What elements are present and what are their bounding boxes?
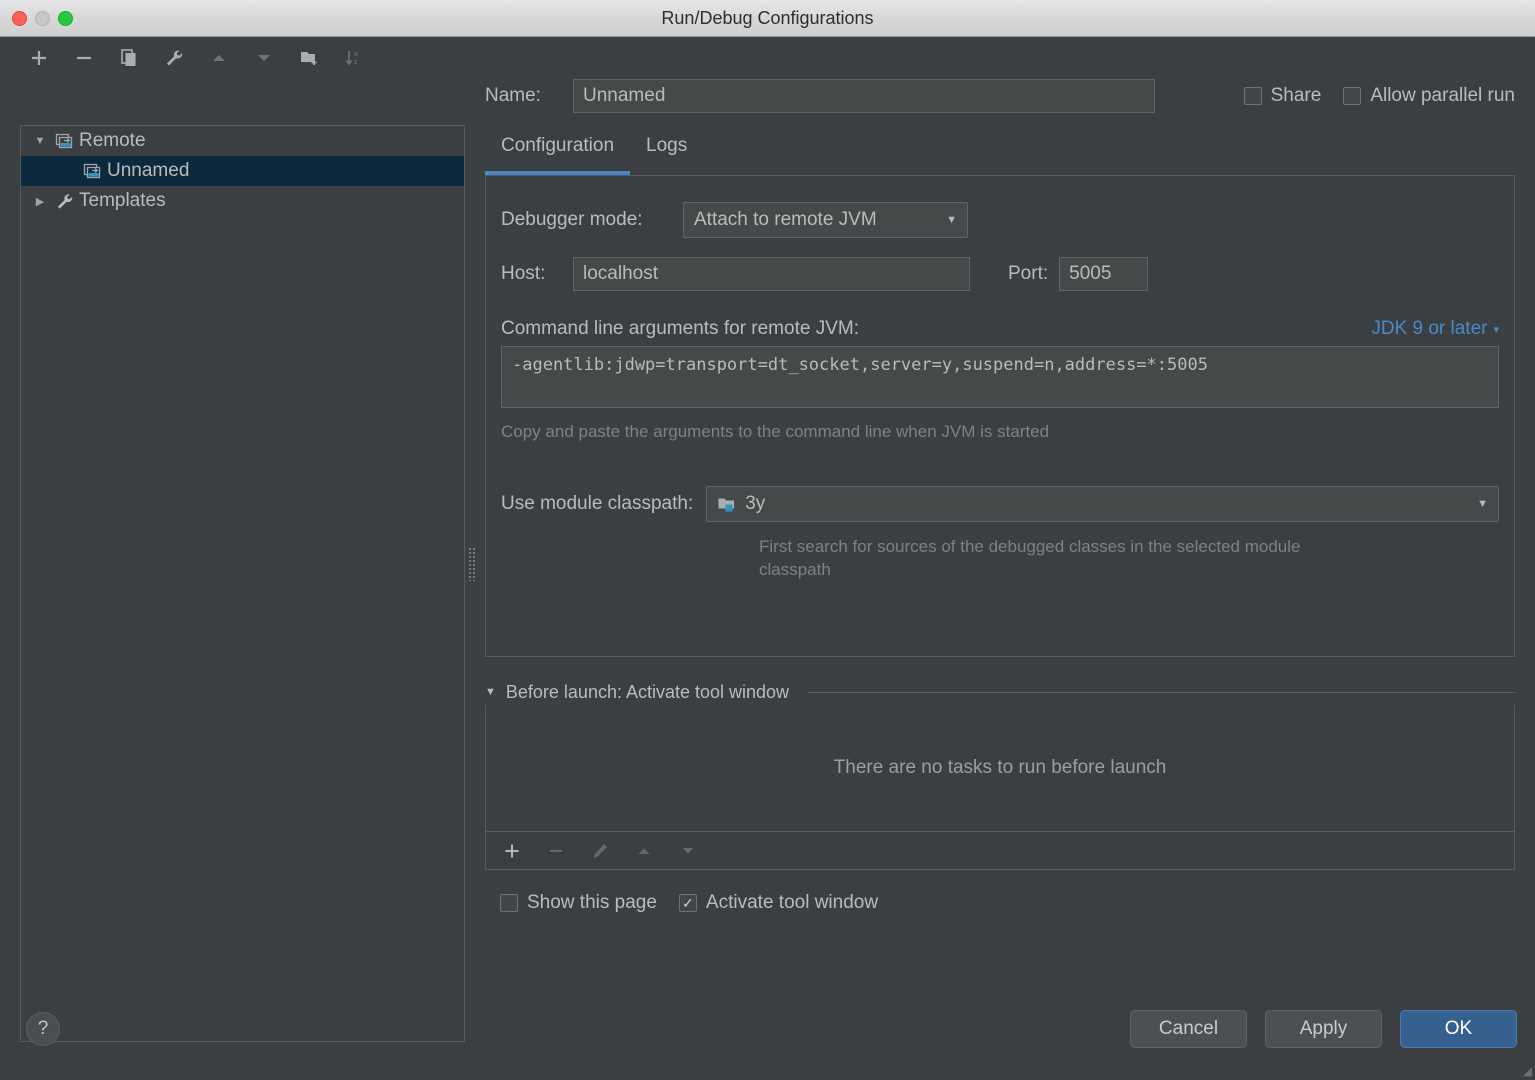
port-input[interactable] xyxy=(1059,257,1149,291)
name-label: Name: xyxy=(485,85,541,106)
command-line-hint: Copy and paste the arguments to the comm… xyxy=(501,422,1050,441)
task-move-down-button[interactable] xyxy=(676,839,700,863)
add-task-button[interactable] xyxy=(500,839,524,863)
before-launch-empty-text: There are no tasks to run before launch xyxy=(833,757,1167,778)
tree-node-label: Unnamed xyxy=(107,160,190,181)
port-label: Port: xyxy=(1008,263,1049,284)
move-up-button[interactable] xyxy=(206,45,232,71)
before-launch-header[interactable]: ▼ Before launch: Activate tool window xyxy=(485,679,1515,705)
debugger-mode-label: Debugger mode: xyxy=(501,209,643,230)
remove-task-button[interactable] xyxy=(544,839,568,863)
section-divider xyxy=(807,691,1515,693)
ok-button[interactable]: OK xyxy=(1400,1010,1517,1048)
show-this-page-label: Show this page xyxy=(527,892,657,913)
command-line-arguments-textarea[interactable]: -agentlib:jdwp=transport=dt_socket,serve… xyxy=(501,346,1499,408)
jdk-version-dropdown[interactable]: JDK 9 or later ▾ xyxy=(1371,318,1499,340)
host-label: Host: xyxy=(501,263,546,284)
configurations-tree[interactable]: ▼ Remote Unnamed ▶ Templates xyxy=(20,125,465,1042)
before-launch-task-list[interactable]: There are no tasks to run before launch xyxy=(485,705,1515,832)
share-checkbox-group[interactable]: Share xyxy=(1243,85,1322,107)
command-line-header: Command line arguments for remote JVM: J… xyxy=(501,318,1514,340)
module-classpath-hint: First search for sources of the debugged… xyxy=(759,537,1301,579)
svg-text:z: z xyxy=(354,59,358,66)
module-classpath-row: Use module classpath: 3y ▼ xyxy=(501,486,1514,522)
sidebar-toolbar: a z xyxy=(0,37,470,79)
chevron-down-icon: ▾ xyxy=(1493,323,1499,336)
chevron-down-icon: ▼ xyxy=(946,214,957,226)
tree-node-remote[interactable]: ▼ Remote xyxy=(21,126,464,156)
help-button[interactable]: ? xyxy=(26,1012,60,1046)
remove-configuration-button[interactable] xyxy=(71,45,97,71)
tree-node-label: Templates xyxy=(79,190,166,211)
before-launch-toolbar xyxy=(485,832,1515,870)
allow-parallel-run-label: Allow parallel run xyxy=(1370,85,1515,106)
activate-tool-window-checkbox[interactable]: ✓ xyxy=(678,894,697,912)
debugger-mode-value: Attach to remote JVM xyxy=(694,209,877,230)
allow-parallel-run-checkbox[interactable] xyxy=(1343,87,1362,105)
configurations-sidebar: a z ▼ Remote Unnamed ▶ Templates xyxy=(0,37,470,1042)
configuration-tab-panel: Debugger mode: Attach to remote JVM ▼ Ho… xyxy=(485,175,1515,657)
dialog-action-buttons: Cancel Apply OK xyxy=(1130,1010,1517,1048)
share-checkbox[interactable] xyxy=(1243,87,1262,105)
task-move-up-button[interactable] xyxy=(632,839,656,863)
module-icon xyxy=(717,495,736,514)
svg-text:a: a xyxy=(354,51,358,58)
wrench-icon xyxy=(51,192,77,211)
resize-grip-icon[interactable]: ◢ xyxy=(1523,1064,1532,1078)
debugger-mode-dropdown[interactable]: Attach to remote JVM ▼ xyxy=(683,202,968,238)
editor-tabs: Configuration Logs xyxy=(485,135,1515,175)
edit-task-button[interactable] xyxy=(588,839,612,863)
run-debug-configurations-dialog: a z ▼ Remote Unnamed ▶ Templates Name: U… xyxy=(0,37,1535,1080)
launch-options-row: Show this page ✓ Activate tool window xyxy=(485,892,1515,914)
chevron-down-icon[interactable]: ▼ xyxy=(485,686,496,698)
tab-logs[interactable]: Logs xyxy=(630,135,703,175)
host-input[interactable] xyxy=(573,257,970,291)
module-classpath-value: 3y xyxy=(745,493,766,514)
tree-node-unnamed[interactable]: Unnamed xyxy=(21,156,464,186)
show-this-page-checkbox[interactable] xyxy=(500,894,518,912)
module-classpath-dropdown[interactable]: 3y ▼ xyxy=(706,486,1499,522)
apply-button[interactable]: Apply xyxy=(1265,1010,1382,1048)
name-row: Name: Share Allow parallel run xyxy=(485,79,1515,113)
configuration-editor-panel: Name: Share Allow parallel run Configura… xyxy=(478,37,1535,1042)
jdk-version-label: JDK 9 or later xyxy=(1371,318,1488,339)
splitter-grip-icon[interactable] xyxy=(468,547,476,581)
tree-node-label: Remote xyxy=(79,130,146,151)
copy-configuration-button[interactable] xyxy=(116,45,142,71)
allow-parallel-run-checkbox-group[interactable]: Allow parallel run xyxy=(1343,85,1515,107)
cancel-button[interactable]: Cancel xyxy=(1130,1010,1247,1048)
add-configuration-button[interactable] xyxy=(26,45,52,71)
new-folder-button[interactable] xyxy=(296,45,322,71)
module-classpath-label: Use module classpath: xyxy=(501,493,694,514)
show-this-page-checkbox-group[interactable]: Show this page xyxy=(500,892,657,914)
host-port-row: Host: Port: xyxy=(501,257,1514,291)
dialog-footer: ? Cancel Apply OK ◢ xyxy=(0,1002,1535,1080)
debugger-mode-row: Debugger mode: Attach to remote JVM ▼ xyxy=(501,202,1514,238)
sort-alphabetically-button[interactable]: a z xyxy=(341,45,367,71)
remote-config-icon xyxy=(79,162,105,181)
before-launch-title: Before launch: Activate tool window xyxy=(505,681,790,702)
move-down-button[interactable] xyxy=(251,45,277,71)
tree-node-templates[interactable]: ▶ Templates xyxy=(21,186,464,216)
edit-templates-button[interactable] xyxy=(161,45,187,71)
window-title: Run/Debug Configurations xyxy=(661,7,874,28)
chevron-right-icon[interactable]: ▶ xyxy=(29,195,51,208)
panel-splitter[interactable] xyxy=(466,37,478,1042)
command-line-label: Command line arguments for remote JVM: xyxy=(501,318,859,339)
activate-tool-window-checkbox-group[interactable]: ✓ Activate tool window xyxy=(678,892,879,914)
remote-config-icon xyxy=(51,132,77,151)
activate-tool-window-label: Activate tool window xyxy=(705,892,879,913)
chevron-down-icon: ▼ xyxy=(1477,498,1488,510)
chevron-down-icon[interactable]: ▼ xyxy=(29,135,51,147)
tab-configuration[interactable]: Configuration xyxy=(485,135,631,175)
share-label: Share xyxy=(1270,85,1322,106)
name-input[interactable] xyxy=(573,79,1155,113)
window-titlebar: Run/Debug Configurations xyxy=(0,0,1535,37)
